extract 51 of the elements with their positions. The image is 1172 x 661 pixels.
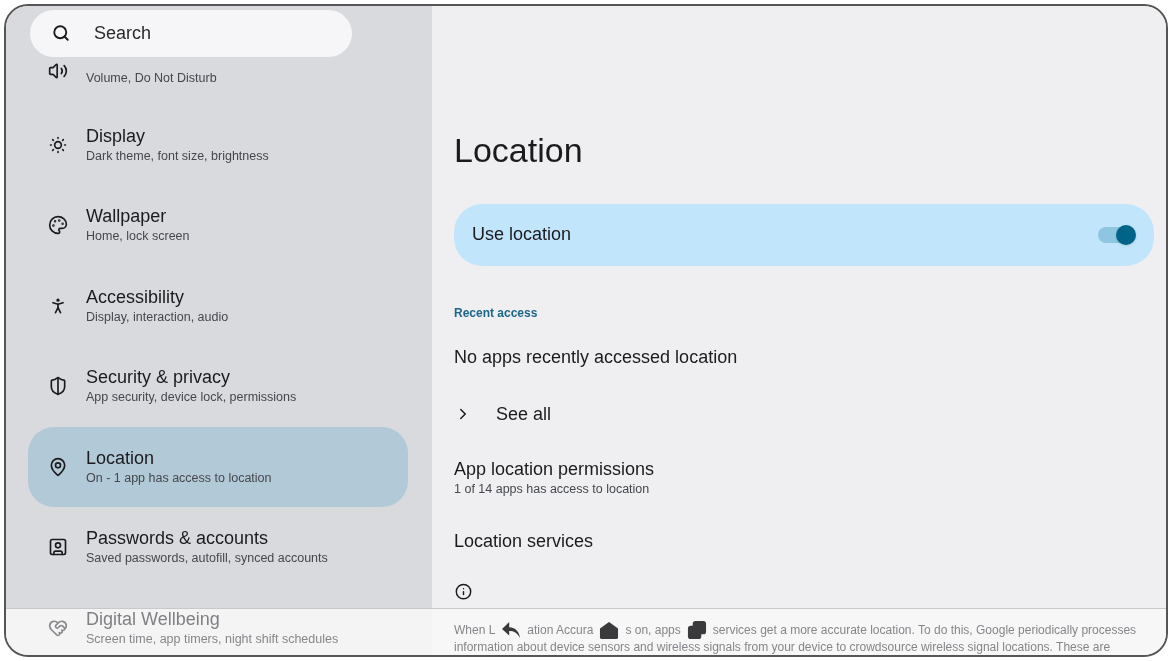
item-subtitle: Display, interaction, audio: [86, 308, 229, 326]
item-subtitle: Home, lock screen: [86, 228, 190, 246]
back-icon[interactable]: [501, 621, 522, 639]
settings-item[interactable]: Location On - 1 app has access to location: [28, 426, 408, 507]
item-title: Security & privacy: [86, 366, 232, 389]
switch-label: Use location: [472, 223, 572, 247]
item-title: Location: [86, 446, 156, 469]
item-title: Accessibility: [86, 285, 186, 308]
settings-item[interactable]: Wallpaper Home, lock screen: [28, 185, 408, 266]
app-permissions-item[interactable]: App location permissions 1 of 14 apps has access to location: [454, 457, 655, 498]
use-location-row[interactable]: Use location: [454, 204, 1154, 266]
item-subtitle: 1 of 14 apps has access to location: [454, 480, 651, 498]
shield-icon: [48, 376, 68, 397]
search-field[interactable]: Search: [30, 10, 352, 57]
user-card-icon: [48, 537, 68, 558]
section-header: Recent access: [454, 304, 539, 322]
item-subtitle: Dark theme, font size, brightness: [86, 147, 269, 165]
home-icon[interactable]: [599, 620, 620, 640]
search-icon: [52, 24, 70, 42]
footer-text: s on, apps: [625, 622, 681, 638]
item-title: Digital Wellbeing: [86, 607, 221, 630]
recent-apps-icon[interactable]: [686, 620, 707, 640]
footer-text: ation Accura: [527, 622, 594, 638]
item-subtitle: On - 1 app has access to location: [86, 469, 272, 487]
see-all-link[interactable]: See all: [454, 400, 552, 428]
toggle-switch[interactable]: [1098, 226, 1134, 243]
settings-item[interactable]: Volume, Do Not Disturb: [28, 57, 408, 105]
settings-item[interactable]: Accessibility Display, interaction, audio: [28, 265, 408, 346]
item-subtitle: Volume, Do Not Disturb: [86, 70, 217, 87]
info-icon: [454, 582, 473, 600]
item-title: Wallpaper: [86, 205, 168, 228]
item-subtitle: Screen time, app timers, night shift schedules: [86, 630, 339, 648]
palette-icon: [48, 215, 68, 236]
recent-access-text: No apps recently accessed location: [454, 345, 739, 369]
settings-item[interactable]: Display Dark theme, font size, brightness: [28, 104, 408, 185]
item-title: Display: [86, 124, 147, 147]
footer-text: services get a more accurate location. To do this, Google periodically processes: [712, 622, 1137, 638]
item-subtitle: Saved passwords, autofill, synced accounts: [86, 550, 328, 568]
location-services-item[interactable]: Location services: [454, 527, 594, 555]
speaker-icon: [48, 61, 68, 81]
settings-item[interactable]: Digital Wellbeing Screen time, app timers, night shift schedules: [28, 587, 408, 655]
item-title: App location permissions: [454, 457, 655, 480]
item-title: Passwords & accounts: [86, 527, 270, 550]
settings-item[interactable]: Passwords & accounts Saved passwords, autofill, synced accounts: [28, 507, 408, 588]
location-pin-icon: [48, 456, 68, 477]
settings-item[interactable]: Security & privacy App security, device lock, permissions: [28, 346, 408, 427]
footer-text: information about device sensors and wireless signals from your device to crowdsource wireless signal locations. These are: [454, 640, 1112, 655]
page-title: Location: [454, 130, 584, 170]
item-subtitle: App security, device lock, permissions: [86, 389, 297, 407]
brightness-icon: [48, 134, 68, 155]
footer-text: When L: [454, 622, 496, 638]
